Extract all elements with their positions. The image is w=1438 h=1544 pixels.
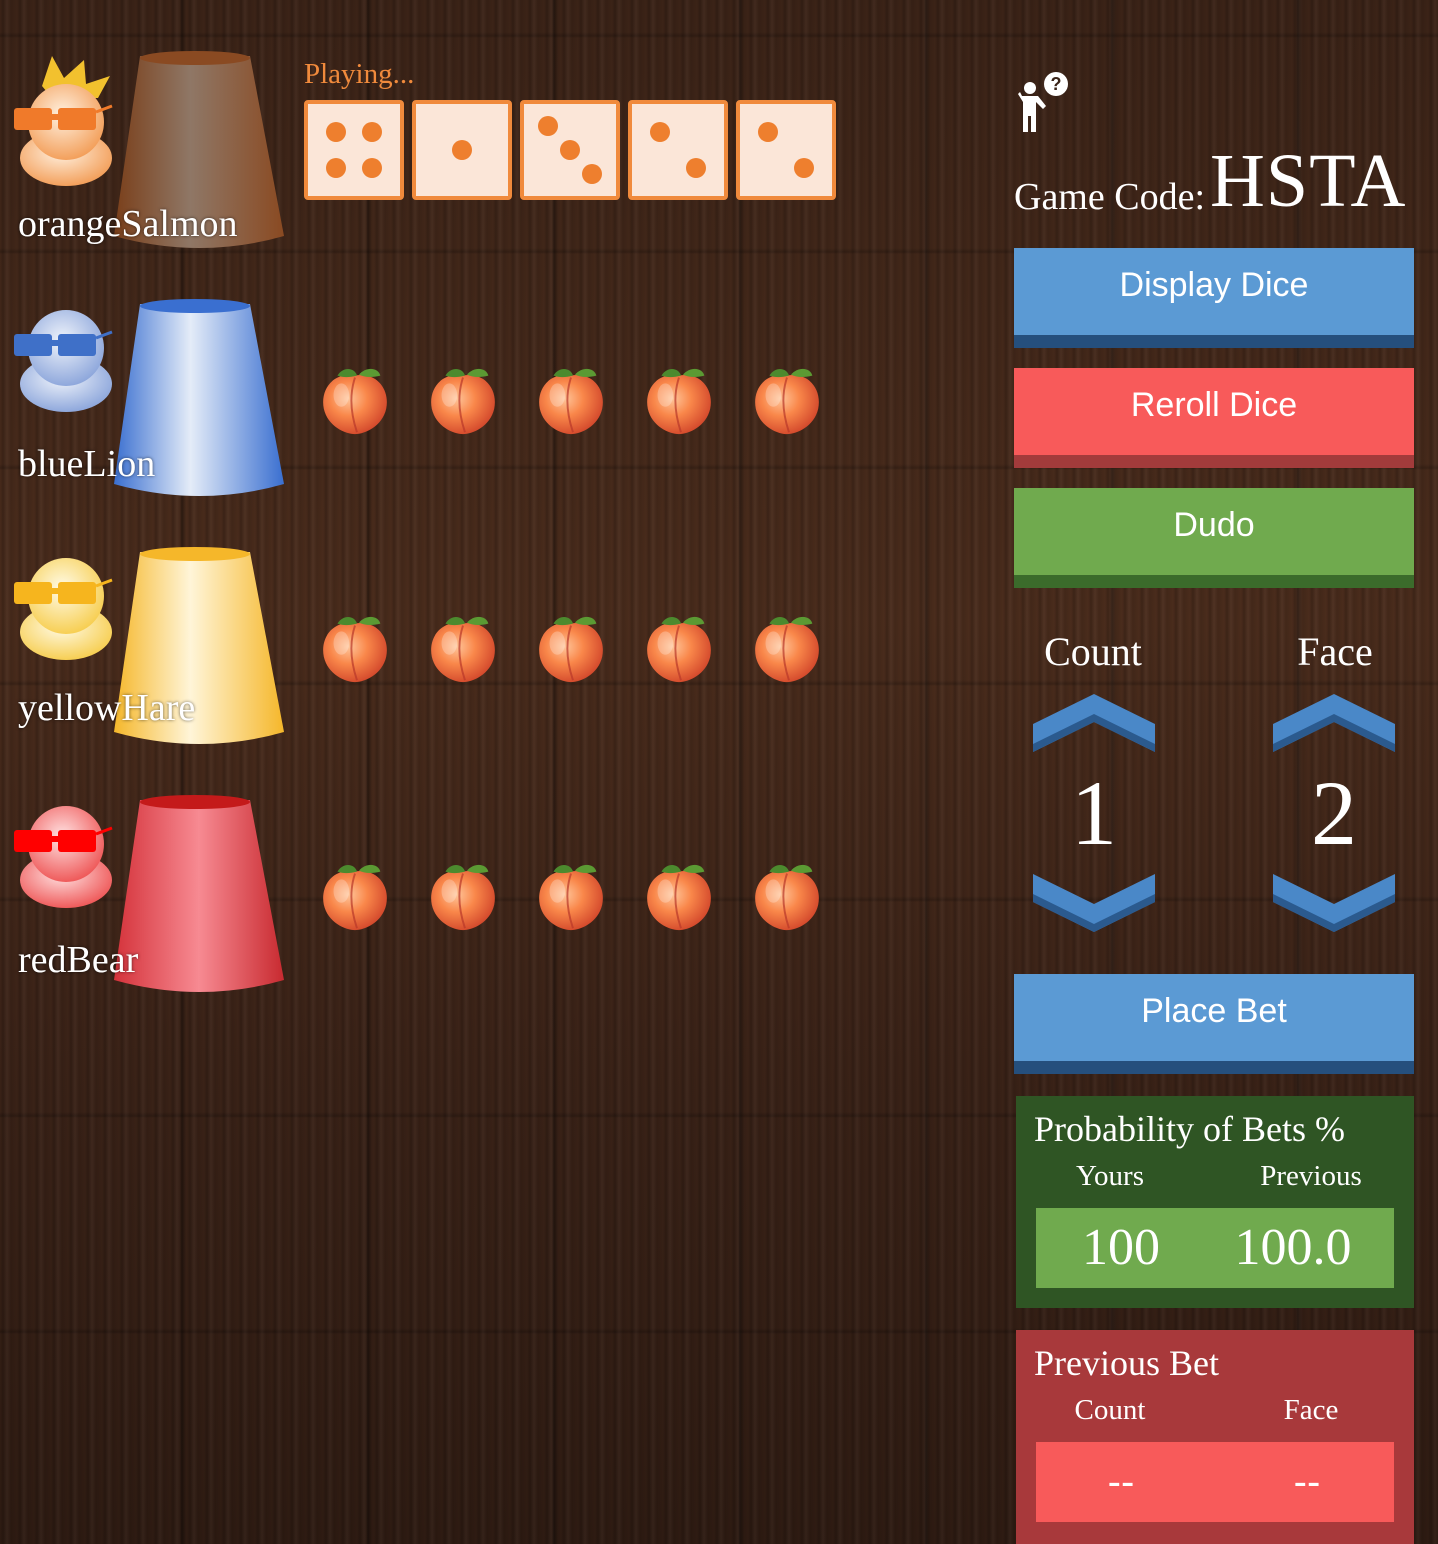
previous-bet-values: -- -- (1036, 1442, 1394, 1522)
previous-face-value: -- (1293, 1460, 1321, 1504)
die-pip (452, 140, 472, 160)
peach-icon (532, 856, 610, 934)
game-code: HSTA (1210, 139, 1407, 223)
count-value: 1 (1071, 762, 1117, 864)
avatar (14, 558, 113, 660)
die-pip (362, 121, 383, 142)
player-name: yellowHare (18, 687, 196, 729)
count-up-chevron-icon[interactable] (1033, 692, 1155, 754)
peach-icon (316, 856, 394, 934)
player-name: blueLion (18, 443, 156, 485)
dudo-button[interactable]: Dudo (1014, 488, 1414, 588)
die-face-2 (736, 100, 836, 200)
peach-icon (640, 608, 718, 686)
die-face-4 (304, 100, 404, 200)
player-redBear: redBear (0, 792, 300, 1012)
peach-icon (748, 608, 826, 686)
yours-probability: 100 (1082, 1219, 1160, 1276)
die-pip (537, 116, 558, 137)
die-pip (582, 163, 603, 184)
reroll-dice-button[interactable]: Reroll Dice (1014, 368, 1414, 468)
face-label: Face (1297, 629, 1373, 674)
face-down-chevron-icon[interactable] (1273, 872, 1395, 934)
peach-icon (316, 608, 394, 686)
previous-label: Previous (1260, 1160, 1362, 1192)
player-name: redBear (18, 939, 139, 981)
display-dice-button[interactable]: Display Dice (1014, 248, 1414, 348)
die-face-1 (412, 100, 512, 200)
avatar (14, 56, 113, 186)
peach-icon (424, 608, 502, 686)
count-down-chevron-icon[interactable] (1033, 872, 1155, 934)
previous-count-label: Count (1074, 1394, 1146, 1426)
probability-values: 100 100.0 (1036, 1208, 1394, 1288)
peach-icon (532, 608, 610, 686)
die-pip (560, 140, 580, 160)
yours-label: Yours (1076, 1160, 1144, 1192)
playing-status: Playing... (304, 58, 415, 90)
peach-icon (316, 360, 394, 438)
die-pip (649, 121, 670, 142)
face-up-chevron-icon[interactable] (1273, 692, 1395, 754)
peach-icon (640, 856, 718, 934)
probability-title: Probability of Bets % (1034, 1109, 1345, 1149)
die-pip (325, 158, 346, 179)
player-orangeSalmon: orangeSalmon (0, 48, 300, 268)
face-value: 2 (1311, 762, 1357, 864)
help-person-icon[interactable]: ? (1016, 72, 1072, 134)
die-pip (362, 158, 383, 179)
die-pip (757, 121, 778, 142)
count-label: Count (1044, 629, 1142, 674)
previous-count-value: -- (1107, 1460, 1135, 1504)
avatar (14, 806, 113, 908)
hidden-dice-row-blueLion (316, 360, 826, 438)
peach-icon (424, 856, 502, 934)
die-face-2 (628, 100, 728, 200)
game-code-label: Game Code: (1014, 176, 1206, 218)
hidden-dice-row-yellowHare (316, 608, 826, 686)
peach-icon (748, 360, 826, 438)
die-face-3 (520, 100, 620, 200)
peach-icon (640, 360, 718, 438)
peach-icon (424, 360, 502, 438)
previous-probability: 100.0 (1234, 1219, 1352, 1276)
player-yellowHare: yellowHare (0, 544, 300, 764)
previous-face-label: Face (1283, 1394, 1339, 1426)
peach-icon (748, 856, 826, 934)
die-pip (325, 121, 346, 142)
probability-panel: Probability of Bets % Yours Previous 100… (1016, 1096, 1414, 1308)
die-pip (686, 158, 707, 179)
my-dice-row (304, 100, 836, 200)
hidden-dice-row-redBear (316, 856, 826, 934)
place-bet-button[interactable]: Place Bet (1014, 974, 1414, 1074)
player-blueLion: blueLion (0, 296, 300, 516)
svg-text:?: ? (1051, 74, 1062, 94)
previous-bet-panel: Previous Bet Count Face -- -- (1016, 1330, 1414, 1544)
peach-icon (532, 360, 610, 438)
previous-bet-title: Previous Bet (1034, 1343, 1219, 1383)
avatar (14, 310, 113, 412)
player-name: orangeSalmon (18, 203, 238, 245)
die-pip (794, 158, 815, 179)
